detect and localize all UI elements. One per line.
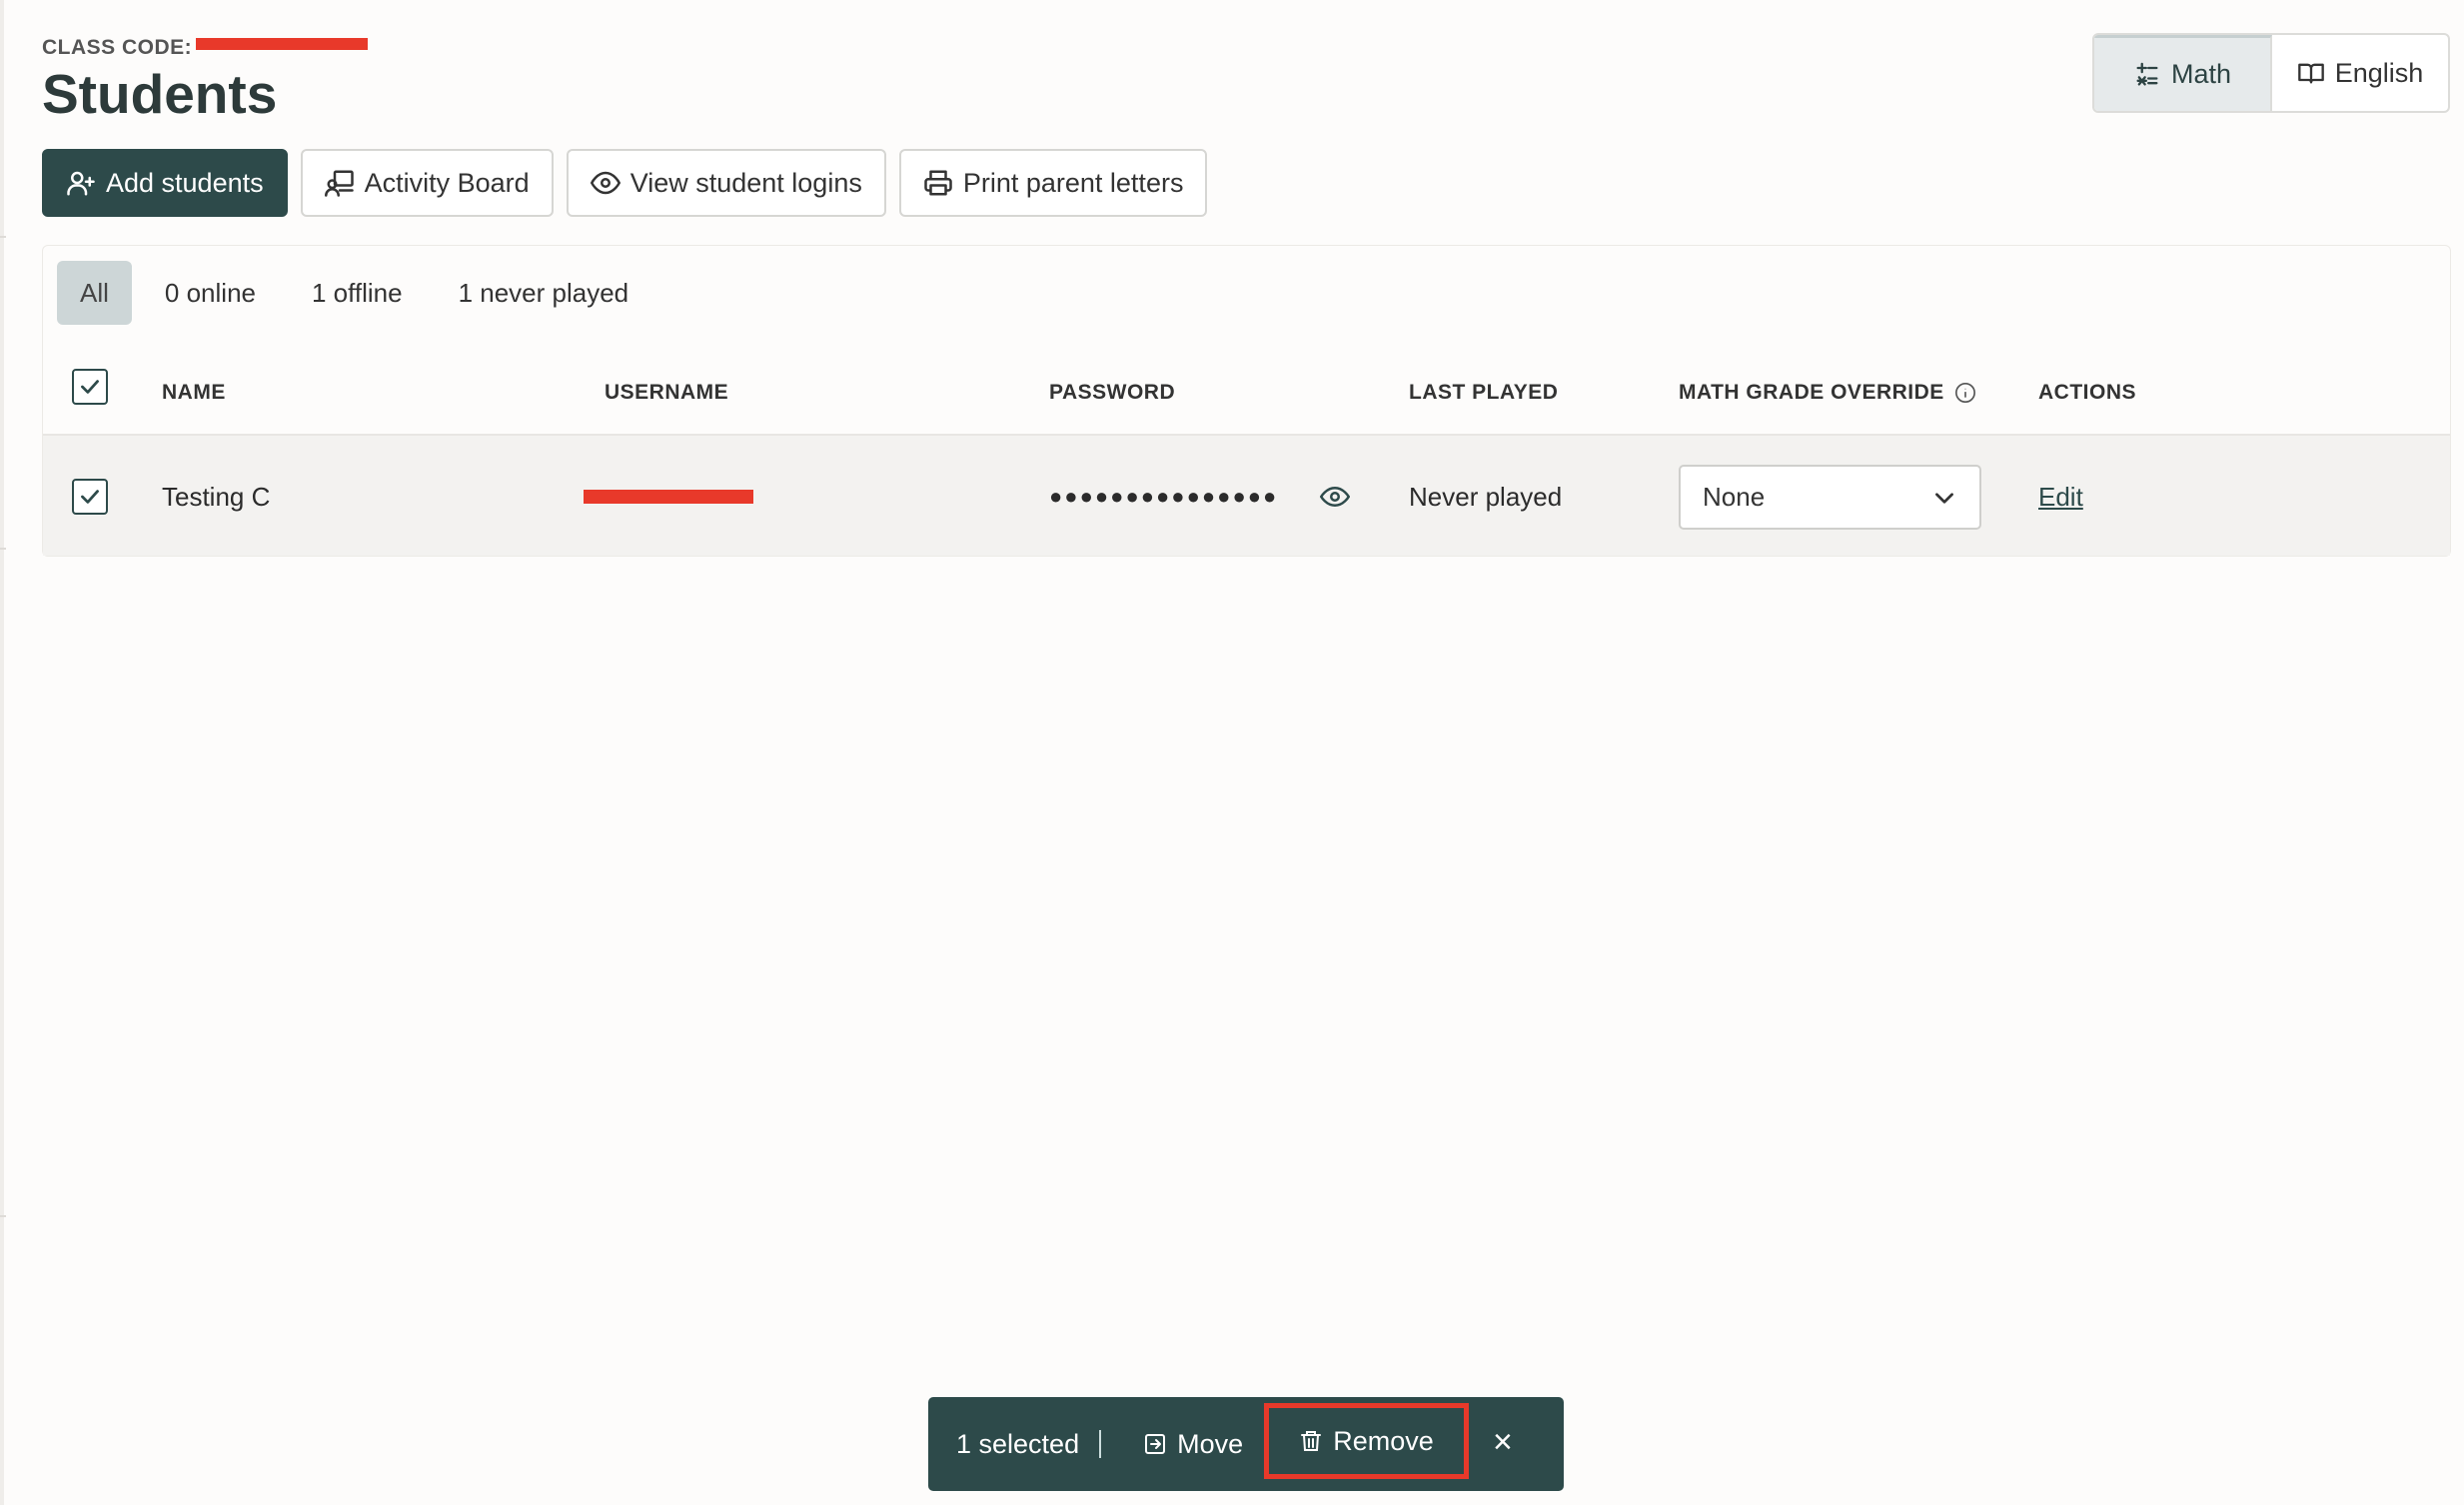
print-letters-label: Print parent letters: [962, 167, 1184, 198]
chevron-down-icon: [1935, 492, 1953, 504]
column-header-username[interactable]: USERNAME: [605, 376, 728, 410]
redaction-mark: [196, 38, 369, 51]
view-logins-label: View student logins: [629, 167, 862, 198]
presentation-icon: [324, 170, 354, 197]
move-button[interactable]: Move: [1143, 1429, 1243, 1460]
grade-override-value: None: [1703, 482, 1766, 512]
class-code: CLASS CODE:: [42, 36, 369, 60]
math-icon: [2136, 62, 2158, 86]
add-students-label: Add students: [106, 167, 264, 198]
filter-never-played[interactable]: 1 never played: [436, 261, 652, 325]
table-row: Testing C ●●●●●●●●●●●●●●● Never played N…: [43, 434, 2450, 556]
eye-icon: [1320, 486, 1350, 508]
student-password: ●●●●●●●●●●●●●●●: [1049, 484, 1279, 509]
status-filters: All 0 online 1 offline 1 never played: [57, 261, 661, 325]
redaction-mark: [584, 490, 753, 504]
subject-english-tab[interactable]: English: [2272, 35, 2448, 111]
column-header-actions: ACTIONS: [2038, 381, 2136, 404]
subject-toggle: Math English: [2092, 33, 2450, 113]
row-checkbox[interactable]: [72, 479, 108, 515]
info-icon[interactable]: [1954, 382, 1976, 404]
book-icon: [2297, 63, 2324, 84]
view-logins-button[interactable]: View student logins: [566, 149, 886, 217]
students-table-panel: All 0 online 1 offline 1 never played NA…: [42, 245, 2451, 557]
column-header-password: PASSWORD: [1049, 381, 1176, 404]
student-last-played: Never played: [1409, 481, 1563, 512]
student-username: [584, 436, 753, 558]
remove-label: Remove: [1333, 1425, 1434, 1456]
add-students-button[interactable]: Add students: [42, 149, 288, 217]
selected-count: 1 selected: [956, 1428, 1080, 1459]
show-password-toggle[interactable]: [1320, 436, 1350, 558]
class-code-label: CLASS CODE:: [42, 36, 193, 59]
grade-override-header-label: MATH GRADE OVERRIDE: [1679, 381, 1944, 404]
filter-all[interactable]: All: [57, 261, 132, 325]
edge-tick: [0, 548, 6, 550]
check-icon: [81, 380, 99, 394]
remove-button[interactable]: Remove: [1264, 1403, 1469, 1479]
edit-student-link[interactable]: Edit: [2038, 436, 2083, 558]
printer-icon: [924, 170, 952, 196]
subject-math-label: Math: [2170, 59, 2232, 89]
select-all-checkbox[interactable]: [72, 369, 108, 405]
page-title: Students: [42, 63, 278, 125]
edge-tick: [0, 236, 6, 238]
move-icon: [1145, 1434, 1166, 1454]
page-edge: [0, 0, 6, 1505]
edge-tick: [0, 1215, 6, 1217]
move-label: Move: [1177, 1428, 1244, 1459]
column-header-name[interactable]: NAME: [162, 376, 226, 410]
activity-board-label: Activity Board: [364, 167, 530, 198]
activity-board-button[interactable]: Activity Board: [300, 149, 554, 217]
trash-icon: [1301, 1431, 1322, 1451]
subject-math-tab[interactable]: Math: [2094, 35, 2272, 111]
column-header-grade-override: MATH GRADE OVERRIDE: [1679, 376, 1976, 410]
check-icon: [81, 490, 99, 504]
grade-override-select[interactable]: None: [1679, 465, 1981, 530]
subject-english-label: English: [2334, 57, 2424, 88]
divider: [1099, 1430, 1102, 1458]
filter-offline[interactable]: 1 offline: [289, 261, 426, 325]
student-name: Testing C: [162, 481, 271, 512]
print-letters-button[interactable]: Print parent letters: [898, 149, 1208, 217]
column-header-last-played[interactable]: LAST PLAYED: [1409, 376, 1558, 410]
eye-icon: [590, 171, 620, 195]
bulk-action-bar: 1 selected Move Remove ×: [928, 1397, 1564, 1491]
filter-online[interactable]: 0 online: [142, 261, 279, 325]
add-user-icon: [67, 171, 95, 196]
toolbar: Add students Activity Board View student…: [42, 149, 1208, 217]
close-icon[interactable]: ×: [1493, 1423, 1513, 1462]
